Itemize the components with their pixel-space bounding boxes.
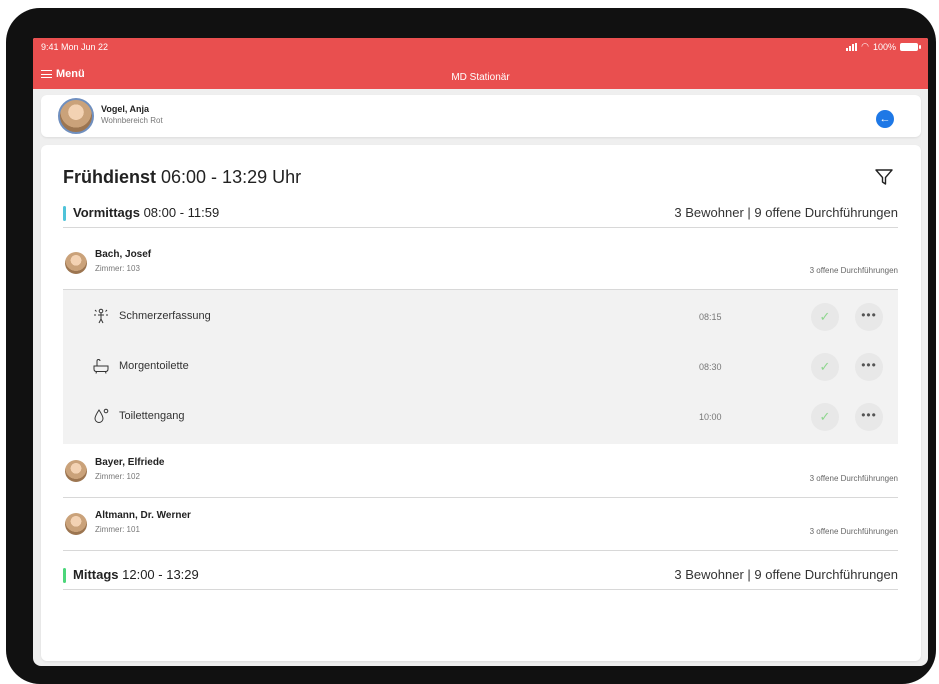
section-time: 12:00 - 13:29	[122, 567, 199, 582]
user-avatar	[58, 98, 94, 134]
section-color-bar	[63, 568, 66, 583]
section-stats: 3 Bewohner | 9 offene Durchführungen	[674, 205, 898, 220]
more-options-button[interactable]: •••	[855, 403, 883, 431]
more-options-button[interactable]: •••	[855, 303, 883, 331]
check-icon: ✓	[819, 359, 831, 374]
resident-row-altmann[interactable]: Altmann, Dr. Werner Zimmer: 101 3 offene…	[63, 499, 898, 551]
screen: 9:41 Mon Jun 22 ◠ 100% Menü MD Stationär…	[33, 38, 928, 666]
user-unit: Wohnbereich Rot	[101, 116, 163, 125]
resident-open-count: 3 offene Durchführungen	[809, 474, 898, 483]
resident-row-bach[interactable]: Bach, Josef Zimmer: 103 3 offene Durchfü…	[63, 238, 898, 290]
section-name: Mittags	[73, 567, 119, 582]
filter-icon[interactable]	[874, 167, 894, 187]
drop-icon	[94, 408, 109, 423]
task-time: 08:30	[699, 362, 722, 372]
signal-icon	[846, 42, 858, 51]
complete-task-button[interactable]: ✓	[811, 353, 839, 381]
section-title: Vormittags 08:00 - 11:59	[73, 205, 219, 220]
ellipsis-icon: •••	[861, 358, 877, 372]
resident-room: Zimmer: 101	[95, 525, 140, 534]
battery-percent: 100%	[872, 41, 896, 52]
task-list: Schmerzerfassung 08:15 ✓ ••• Morgentoile…	[63, 290, 898, 444]
app-header: 9:41 Mon Jun 22 ◠ 100% Menü MD Stationär	[33, 38, 928, 89]
bathtub-icon	[93, 358, 109, 374]
resident-name: Bach, Josef	[95, 249, 152, 260]
ellipsis-icon: •••	[861, 408, 877, 422]
status-indicators: ◠ 100%	[846, 41, 921, 52]
shift-card: Frühdienst 06:00 - 13:29 Uhr Vormittags …	[41, 145, 921, 661]
resident-row-bayer[interactable]: Bayer, Elfriede Zimmer: 102 3 offene Dur…	[63, 446, 898, 498]
shift-title: Frühdienst 06:00 - 13:29 Uhr	[63, 167, 301, 188]
task-label: Morgentoilette	[119, 360, 189, 372]
resident-name: Bayer, Elfriede	[95, 457, 165, 468]
ellipsis-icon: •••	[861, 308, 877, 322]
section-time: 08:00 - 11:59	[143, 205, 220, 220]
resident-room: Zimmer: 103	[95, 264, 140, 273]
pain-assessment-icon	[94, 308, 108, 324]
complete-task-button[interactable]: ✓	[811, 403, 839, 431]
section-name: Vormittags	[73, 205, 140, 220]
shift-time: 06:00 - 13:29 Uhr	[161, 167, 302, 187]
task-row[interactable]: Morgentoilette 08:30 ✓ •••	[63, 342, 898, 392]
task-row[interactable]: Toilettengang 10:00 ✓ •••	[63, 392, 898, 442]
status-time: 9:41 Mon Jun 22	[41, 42, 109, 52]
task-time: 08:15	[699, 312, 722, 322]
resident-avatar	[65, 460, 87, 482]
check-icon: ✓	[819, 309, 831, 324]
resident-header-card: Vogel, Anja Wohnbereich Rot ←	[41, 95, 921, 137]
resident-name: Altmann, Dr. Werner	[95, 510, 191, 521]
section-color-bar	[63, 206, 66, 221]
task-label: Toilettengang	[119, 410, 185, 422]
task-row[interactable]: Schmerzerfassung 08:15 ✓ •••	[63, 292, 898, 342]
task-label: Schmerzerfassung	[119, 310, 211, 322]
resident-open-count: 3 offene Durchführungen	[809, 527, 898, 536]
arrow-left-icon: ←	[879, 113, 891, 125]
app-title: MD Stationär	[451, 72, 510, 83]
resident-avatar	[65, 252, 87, 274]
resident-avatar	[65, 513, 87, 535]
section-stats: 3 Bewohner | 9 offene Durchführungen	[674, 567, 898, 582]
more-options-button[interactable]: •••	[855, 353, 883, 381]
tablet-frame: 9:41 Mon Jun 22 ◠ 100% Menü MD Stationär…	[6, 8, 936, 684]
section-header-vormittags[interactable]: Vormittags 08:00 - 11:59 3 Bewohner | 9 …	[63, 204, 898, 228]
user-name: Vogel, Anja	[101, 104, 150, 114]
resident-open-count: 3 offene Durchführungen	[809, 266, 898, 275]
shift-name: Frühdienst	[63, 167, 156, 187]
resident-room: Zimmer: 102	[95, 472, 140, 481]
section-header-mittags[interactable]: Mittags 12:00 - 13:29 3 Bewohner | 9 off…	[63, 566, 898, 590]
wifi-icon: ◠	[861, 41, 869, 51]
section-title: Mittags 12:00 - 13:29	[73, 567, 199, 582]
battery-icon	[900, 42, 921, 51]
back-button[interactable]: ←	[876, 110, 894, 128]
complete-task-button[interactable]: ✓	[811, 303, 839, 331]
task-time: 10:00	[699, 412, 722, 422]
check-icon: ✓	[819, 409, 831, 424]
